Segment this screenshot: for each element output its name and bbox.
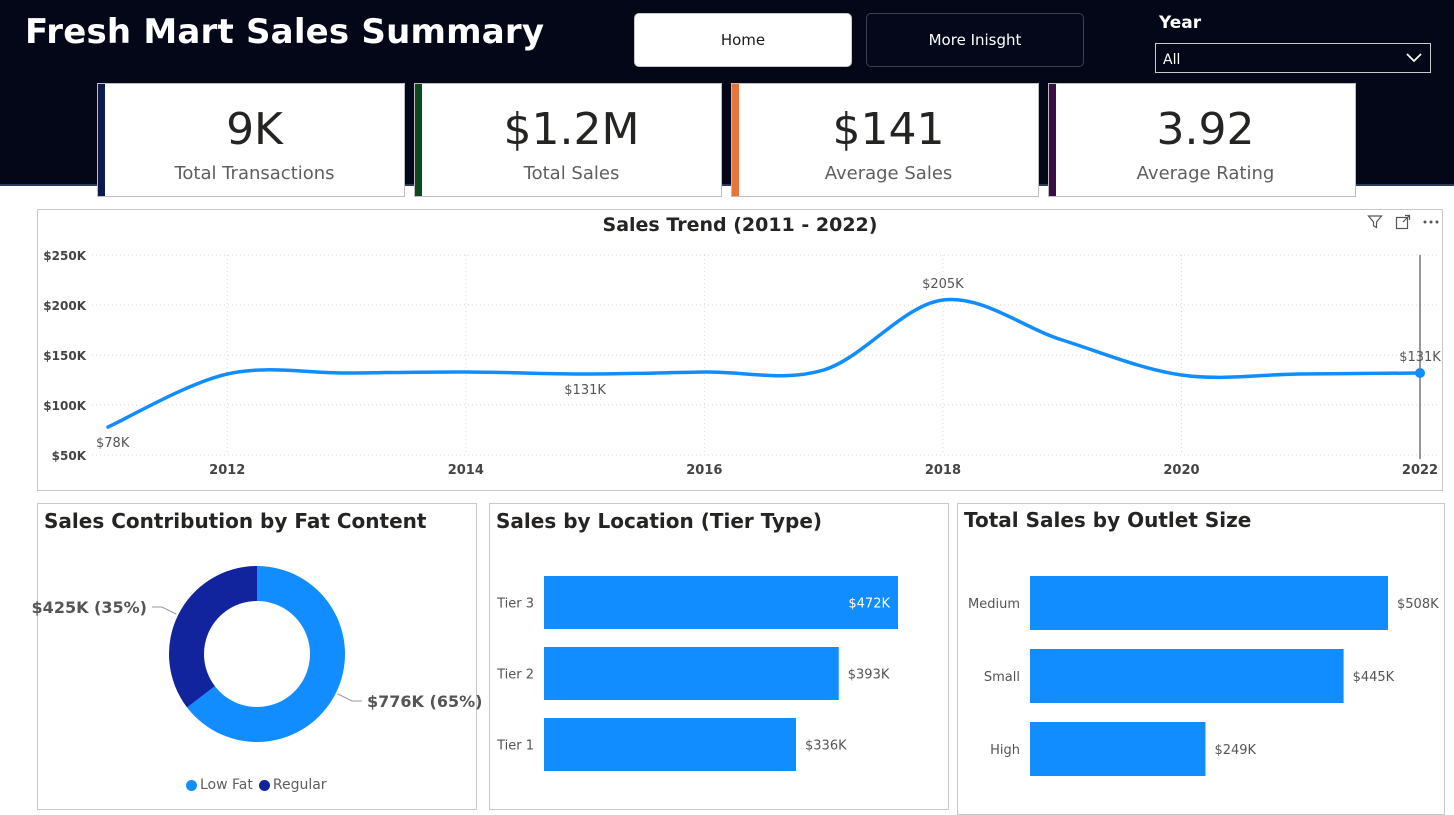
bar [1030,576,1388,630]
bar [1030,722,1206,776]
bar [1030,649,1344,703]
bar-data-label: $508K [1397,597,1439,612]
outlet-size-bar-chart: Medium $508K Small $445K High $249K [968,576,1439,776]
bar-data-label: $249K [1214,743,1256,758]
category-label: Medium [968,597,1020,612]
category-label: High [990,743,1020,758]
category-label: Small [984,670,1020,685]
bar-data-label: $445K [1353,670,1395,685]
